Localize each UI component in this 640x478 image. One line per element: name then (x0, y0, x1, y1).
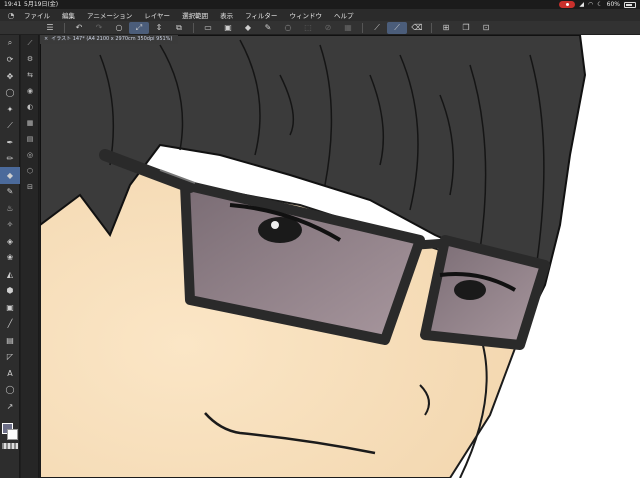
subtool-settings-icon[interactable]: ⚙ (21, 51, 39, 67)
pen-icon[interactable]: ✎ (258, 22, 278, 34)
clear-icon[interactable]: ○ (109, 22, 129, 34)
document-tab[interactable]: × イラスト 147* (A4 2100 x 2970cm 350dpi 951… (40, 35, 179, 44)
menu-layer[interactable]: レイヤー (138, 10, 176, 20)
subtool-color-wheel-icon[interactable]: ◐ (21, 99, 39, 115)
fill-icon[interactable]: ◈ (0, 233, 20, 250)
divider (193, 22, 194, 33)
drawing-canvas[interactable] (40, 35, 640, 478)
rotate-icon[interactable]: ⟳ (0, 52, 20, 69)
app-logo-icon[interactable]: ◔ (4, 11, 18, 20)
eye-right (454, 280, 486, 300)
sub-tool-strip: ⟋ ⚙ ⇆ ◉ ◐ ▦ ▤ ◎ ⬡ ⊟ (21, 35, 39, 478)
pencil-icon[interactable]: ✏ (0, 151, 20, 168)
ruler-icon[interactable]: ▦ (338, 22, 358, 34)
select-icon[interactable]: ⬚ (298, 22, 318, 34)
battery-percent: 60% (606, 1, 620, 8)
line-icon[interactable]: ╱ (0, 316, 20, 333)
menu-selection[interactable]: 選択範囲 (176, 10, 214, 20)
text-icon[interactable]: A (0, 365, 20, 382)
status-date: 5月19日(金) (24, 1, 59, 8)
close-icon[interactable]: × (44, 35, 48, 44)
subtool-size-icon[interactable]: ◉ (21, 83, 39, 99)
wifi-icon: ◠ (588, 1, 594, 8)
illustration (40, 35, 587, 478)
lasso-icon[interactable]: ◌ (278, 22, 298, 34)
color-swatches (2, 423, 18, 453)
menu-edit[interactable]: 編集 (56, 10, 81, 20)
redo-icon[interactable]: ↷ (89, 22, 109, 34)
undo-icon[interactable]: ↶ (69, 22, 89, 34)
menu-filter[interactable]: フィルター (239, 10, 283, 20)
status-time: 19:41 (4, 1, 22, 8)
menu-window[interactable]: ウィンドウ (283, 10, 328, 20)
glasses-bridge (417, 238, 448, 250)
eraser-icon[interactable]: ⌫ (407, 22, 427, 34)
wand-icon[interactable]: ✦ (0, 101, 20, 118)
sub-color-swatch[interactable] (7, 429, 18, 440)
ruler-icon[interactable]: ▤ (0, 332, 20, 349)
subtool-navigator-icon[interactable]: ⊟ (21, 179, 39, 195)
subtool-layer-icon[interactable]: ▤ (21, 131, 39, 147)
lasso-icon[interactable]: ◯ (0, 85, 20, 102)
signal-icon: ◢ (579, 1, 585, 8)
recording-icon (559, 1, 576, 8)
fill-icon[interactable]: ◆ (238, 22, 258, 34)
divider (362, 22, 363, 33)
canvas-icon[interactable]: ⊡ (476, 22, 496, 34)
decoration-icon[interactable]: ❀ (0, 250, 20, 267)
eraser-icon[interactable]: ✧ (0, 217, 20, 234)
frame-icon[interactable]: ▣ (0, 299, 20, 316)
layer-icon[interactable]: ❐ (456, 22, 476, 34)
paste-icon[interactable]: ▭ (198, 22, 218, 34)
menu-file[interactable]: ファイル (18, 10, 56, 20)
figure-icon[interactable]: ◸ (0, 349, 20, 366)
airbrush-icon[interactable]: ✎ (0, 184, 20, 201)
menu-icon[interactable]: ☰ (40, 22, 60, 34)
subtool-layer-prop-icon[interactable]: ◎ (21, 147, 39, 163)
pen-tool-icon[interactable]: ⟋ (367, 22, 387, 34)
brush-icon[interactable]: ⟋ (387, 21, 407, 34)
document-title: イラスト 147* (A4 2100 x 2970cm 350dpi 951%) (51, 36, 173, 42)
command-bar: ☰ ↶ ↷ ○ ⤢ ⇕ ⧉ ▭ ▣ ◆ ✎ ◌ ⬚ ⊘ ▦ ⟋ ⟋ ⌫ ⊞ ❐ … (0, 21, 640, 35)
blend-icon[interactable]: ♨ (0, 200, 20, 217)
subtool-property-icon[interactable]: ⇆ (21, 67, 39, 83)
menu-bar: ◔ ファイル 編集 アニメーション レイヤー 選択範囲 表示 フィルター ウィン… (0, 9, 640, 21)
stepper-icon[interactable]: ⇕ (149, 22, 169, 34)
menu-animation[interactable]: アニメーション (81, 10, 138, 20)
new-layer-icon[interactable]: ⊞ (436, 22, 456, 34)
status-right: ◢ ◠ ☾ 60% (559, 0, 636, 9)
transform-icon[interactable]: ⤢ (129, 21, 149, 34)
subtool-color-set-icon[interactable]: ▦ (21, 115, 39, 131)
transparent-color-swatch[interactable] (2, 443, 18, 449)
eyedropper-icon[interactable]: ⟋ (0, 118, 20, 135)
subtool-brush-icon[interactable]: ⟋ (21, 35, 39, 51)
divider (431, 22, 432, 33)
save-icon[interactable]: ▣ (218, 22, 238, 34)
gradient-icon[interactable]: ◭ (0, 266, 20, 283)
moon-icon: ☾ (597, 1, 603, 8)
tool-palette: ⌕ ⟳ ✥ ◯ ✦ ⟋ ✒ ✏ ◆ ✎ ♨ ✧ ◈ ❀ ◭ ⬢ ▣ ╱ ▤ ◸ … (0, 35, 20, 478)
copy-icon[interactable]: ⧉ (169, 22, 189, 34)
brush-icon[interactable]: ◆ (0, 167, 20, 184)
move-icon[interactable]: ✥ (0, 68, 20, 85)
invert-icon[interactable]: ⊘ (318, 22, 338, 34)
correct-icon[interactable]: ↗ (0, 398, 20, 415)
menu-view[interactable]: 表示 (214, 10, 239, 20)
zoom-icon[interactable]: ⌕ (0, 35, 20, 52)
bucket-icon[interactable]: ⬢ (0, 283, 20, 300)
divider (64, 22, 65, 33)
balloon-icon[interactable]: ◯ (0, 382, 20, 399)
battery-icon (624, 1, 636, 8)
subtool-material-icon[interactable]: ⬡ (21, 163, 39, 179)
pen-icon[interactable]: ✒ (0, 134, 20, 151)
status-bar: 19:41 5月19日(金) ◢ ◠ ☾ 60% (0, 0, 640, 9)
menu-help[interactable]: ヘルプ (328, 10, 360, 20)
